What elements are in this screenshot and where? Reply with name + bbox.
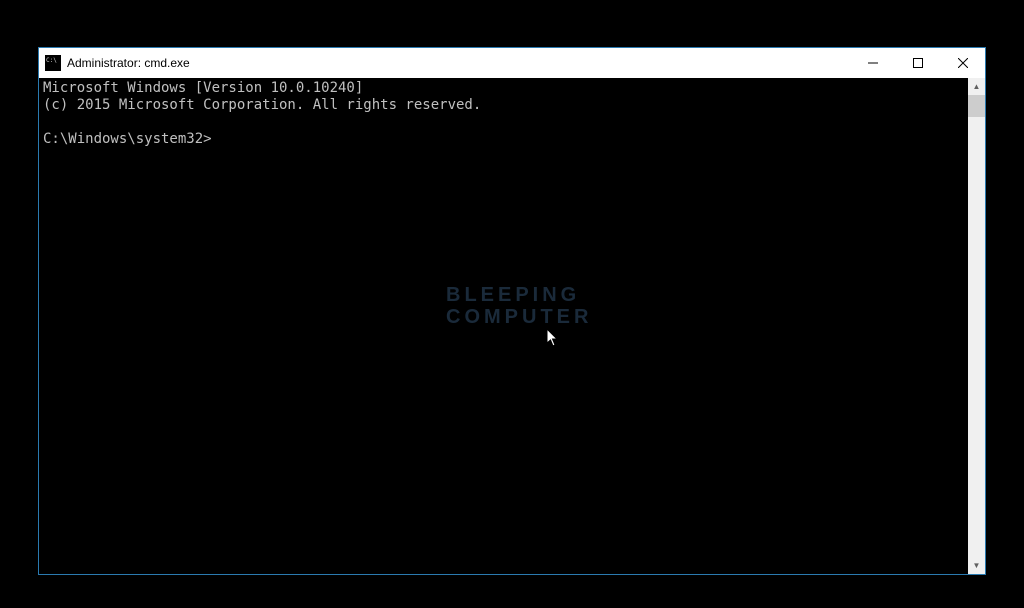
window-body: Microsoft Windows [Version 10.0.10240] (… (39, 78, 985, 574)
terminal-line: Microsoft Windows [Version 10.0.10240] (43, 80, 363, 96)
close-button[interactable] (940, 48, 985, 78)
scroll-thumb[interactable] (968, 95, 985, 117)
maximize-button[interactable] (895, 48, 940, 78)
scroll-track[interactable] (968, 95, 985, 557)
window-title: Administrator: cmd.exe (67, 56, 850, 70)
titlebar[interactable]: Administrator: cmd.exe (39, 48, 985, 78)
terminal-line: (c) 2015 Microsoft Corporation. All righ… (43, 97, 481, 113)
terminal-prompt: C:\Windows\system32> (43, 131, 212, 147)
scroll-up-button[interactable]: ▲ (968, 78, 985, 95)
window-controls (850, 48, 985, 78)
vertical-scrollbar[interactable]: ▲ ▼ (968, 78, 985, 574)
terminal-output[interactable]: Microsoft Windows [Version 10.0.10240] (… (39, 78, 968, 574)
scroll-down-button[interactable]: ▼ (968, 557, 985, 574)
cmd-window: Administrator: cmd.exe Microsoft Windows… (38, 47, 986, 575)
cmd-icon (45, 55, 61, 71)
minimize-button[interactable] (850, 48, 895, 78)
